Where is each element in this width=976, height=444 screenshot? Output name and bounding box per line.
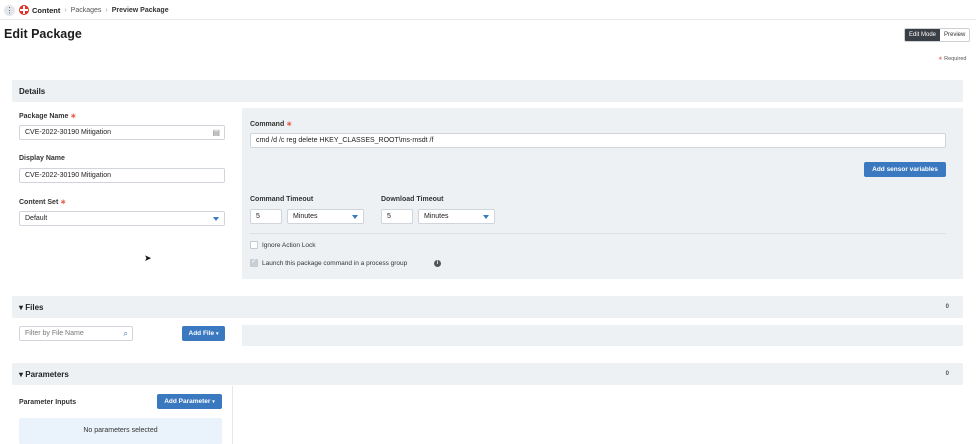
- info-icon[interactable]: i: [434, 260, 441, 267]
- required-asterisk: ∗: [286, 121, 293, 128]
- parameters-title-text: Parameters: [25, 370, 69, 379]
- content-set-select[interactable]: Default: [19, 211, 225, 226]
- content-set-label-text: Content Set: [19, 199, 59, 206]
- required-note-text: Required: [944, 56, 967, 62]
- chevron-down-icon: [213, 217, 219, 221]
- files-count: 0: [945, 304, 949, 310]
- display-name-input[interactable]: CVE-2022-30190 Mitigation: [19, 168, 225, 183]
- file-filter-placeholder: Filter by File Name: [25, 330, 84, 337]
- add-file-label: Add File: [188, 330, 215, 337]
- chevron-down-icon: [483, 215, 489, 219]
- content-set-value: Default: [25, 215, 48, 222]
- breadcrumb-separator: ›: [64, 7, 67, 14]
- caret-down-icon: ▾: [215, 331, 219, 337]
- app-menu-icon[interactable]: ⋮: [4, 5, 15, 16]
- breadcrumb-current: Preview Package: [111, 7, 169, 14]
- parameters-count: 0: [945, 371, 949, 377]
- parameters-section-header[interactable]: ▾ Parameters 0: [12, 363, 963, 385]
- mouse-cursor-icon: ➤: [144, 253, 152, 263]
- search-icon[interactable]: ⌕: [124, 327, 128, 340]
- display-name-label: Display Name: [19, 155, 65, 162]
- file-filter-input[interactable]: Filter by File Name ⌕: [19, 326, 133, 341]
- launch-process-group-label: Launch this package command in a process…: [262, 260, 408, 267]
- ignore-action-lock-checkbox[interactable]: [250, 241, 258, 249]
- add-parameter-label: Add Parameter: [164, 398, 211, 405]
- required-note: ∗ Required: [938, 56, 966, 62]
- required-asterisk: ∗: [938, 56, 943, 62]
- caret-down-icon: ▾: [212, 399, 215, 405]
- package-name-value: CVE-2022-30190 Mitigation: [25, 129, 111, 136]
- parameters-title: ▾ Parameters: [19, 370, 69, 379]
- panel-divider: [250, 233, 946, 234]
- package-name-label-text: Package Name: [19, 113, 69, 120]
- page-title: Edit Package: [4, 27, 82, 41]
- ignore-action-lock-label: Ignore Action Lock: [262, 242, 316, 249]
- download-timeout-label: Download Timeout: [381, 196, 444, 203]
- command-timeout-label: Command Timeout: [250, 196, 314, 203]
- command-label-text: Command: [250, 121, 285, 128]
- package-name-input[interactable]: CVE-2022-30190 Mitigation ▤: [19, 125, 225, 140]
- details-section-header: Details: [12, 80, 963, 102]
- header-divider: [0, 19, 976, 20]
- download-timeout-unit-value: Minutes: [424, 213, 449, 220]
- parameters-divider: [232, 386, 233, 444]
- files-title-text: Files: [25, 303, 44, 312]
- files-section-header[interactable]: ▾ Files 0: [12, 296, 963, 318]
- content-set-label: Content Set ∗: [19, 198, 66, 206]
- command-label: Command ∗: [250, 120, 292, 128]
- details-title: Details: [19, 87, 46, 96]
- mode-toggle: Edit Mode Preview: [904, 28, 971, 42]
- breadcrumb: Content › Packages › Preview Package: [32, 6, 169, 15]
- download-timeout-unit-select[interactable]: Minutes: [418, 209, 495, 224]
- breadcrumb-separator: ›: [105, 7, 108, 14]
- edit-mode-button[interactable]: Edit Mode: [905, 29, 941, 41]
- chevron-down-icon: [352, 215, 358, 219]
- command-timeout-unit-select[interactable]: Minutes: [287, 209, 364, 224]
- files-list-area: [242, 325, 963, 346]
- breadcrumb-root[interactable]: Content: [32, 6, 60, 15]
- command-input[interactable]: cmd /d /c reg delete HKEY_CLASSES_ROOT\m…: [250, 133, 946, 148]
- no-parameters-message: No parameters selected: [19, 418, 222, 444]
- command-timeout-unit-value: Minutes: [293, 213, 318, 220]
- preview-button[interactable]: Preview: [940, 29, 970, 41]
- add-sensor-variables-button[interactable]: Add sensor variables: [864, 162, 946, 177]
- package-name-label: Package Name ∗: [19, 112, 76, 120]
- required-asterisk: ∗: [60, 199, 67, 206]
- launch-process-group-checkbox[interactable]: [250, 257, 258, 267]
- files-title: ▾ Files: [19, 303, 44, 312]
- add-file-button[interactable]: Add File ▾: [182, 326, 225, 341]
- download-timeout-input[interactable]: 5: [381, 209, 413, 224]
- id-card-icon: ▤: [212, 128, 220, 137]
- add-parameter-button[interactable]: Add Parameter ▾: [157, 394, 222, 409]
- command-timeout-input[interactable]: 5: [250, 209, 282, 224]
- required-asterisk: ∗: [70, 113, 77, 120]
- breadcrumb-packages[interactable]: Packages: [71, 7, 102, 14]
- brand-logo-icon: [19, 5, 29, 15]
- parameter-inputs-label: Parameter Inputs: [19, 399, 77, 406]
